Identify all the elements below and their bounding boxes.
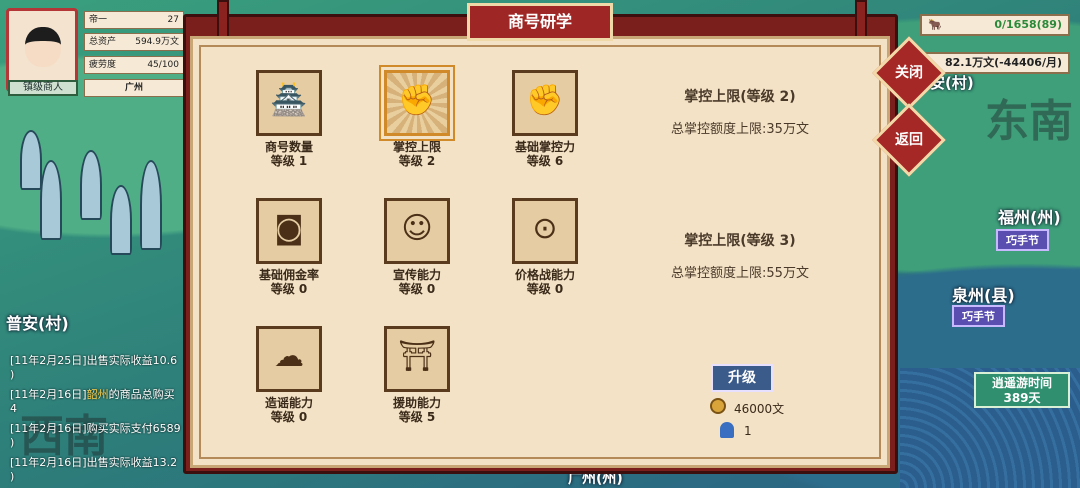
skill-base-control[interactable]: ✊ 基础掌控力 等级 6	[490, 70, 600, 168]
skill-control-limit[interactable]: ✊ 掌控上限 等级 2	[362, 70, 472, 168]
skill-name: 掌控上限	[392, 140, 441, 154]
skill-name: 造谣能力	[264, 396, 313, 410]
skill-price-war[interactable]: ⊙ 价格战能力 等级 0	[490, 198, 600, 296]
back-button[interactable]: 返回	[883, 114, 935, 166]
cart-value: 0/1658(89)	[994, 18, 1062, 31]
skill-level: 等级 2	[398, 154, 436, 168]
log-text: [11年2月16日]	[10, 388, 87, 401]
current-level-title: 掌控上限(等级 2)	[684, 89, 796, 105]
upgrade-cost-money: 46000文	[734, 402, 785, 416]
stat-assets: 总资产 594.9万文	[84, 33, 184, 51]
skill-level: 等级 0	[270, 282, 308, 296]
skill-shop-count[interactable]: 🏯 商号数量 等级 1	[234, 70, 344, 168]
festival-tag[interactable]: 巧手节	[952, 305, 1005, 327]
mountain-icon	[110, 185, 132, 255]
log-line: [11年2月16日]韶州的商品总购买	[10, 386, 175, 402]
fist-icon: ✊	[384, 70, 450, 136]
skill-rumor[interactable]: ☁ 造谣能力 等级 0	[234, 326, 344, 424]
fist-house-icon: ✊	[512, 70, 578, 136]
coin-house-icon: ◙	[256, 198, 322, 264]
avatar-face	[25, 27, 61, 67]
city-fuzhou[interactable]: 福州(州)	[998, 204, 1061, 228]
festival-tag[interactable]: 巧手节	[996, 229, 1049, 251]
coin-icon	[710, 398, 726, 414]
upgrade-button[interactable]: 升级	[711, 364, 773, 392]
travel-time-label: 逍遥游时间	[991, 376, 1052, 390]
mountain-icon	[140, 160, 162, 250]
cart-capacity[interactable]: 🐂 0/1658(89)	[920, 14, 1070, 36]
frame-post	[217, 0, 229, 40]
coins-icon: ⊙	[512, 198, 578, 264]
current-level-desc: 总掌控额度上限:35万文	[671, 122, 809, 137]
next-level-desc: 总掌控额度上限:55万文	[671, 266, 809, 281]
dialog-title: 商号研学	[467, 3, 613, 41]
skill-level: 等级 0	[526, 282, 564, 296]
skill-commission-rate[interactable]: ◙ 基础佣金率 等级 0	[234, 198, 344, 296]
person-icon	[720, 422, 734, 438]
log-line: [11年2月16日]购买实际支付6589	[10, 422, 181, 435]
shouting-person-icon: ☺	[384, 198, 450, 264]
mountain-icon	[20, 130, 42, 190]
region-name-southeast: 东南	[985, 96, 1073, 147]
travel-time-box[interactable]: 逍遥游时间 389天	[974, 372, 1070, 408]
frame-post	[855, 0, 867, 40]
next-level-title: 掌控上限(等级 3)	[684, 233, 796, 249]
player-rank: 镇级商人	[8, 80, 78, 96]
city-quanzhou[interactable]: 泉州(县)	[952, 282, 1015, 306]
log-city-link[interactable]: 韶州	[87, 388, 109, 401]
log-line: 4	[10, 402, 17, 415]
pavilion-icon: ⛩	[384, 326, 450, 392]
skill-level: 等级 0	[398, 282, 436, 296]
stat-label: 总资产	[89, 37, 117, 47]
log-line: [11年2月16日]出售实际收益13.2	[10, 456, 178, 469]
travel-time-value: 389天	[1003, 391, 1041, 405]
stat-value: 27	[167, 15, 179, 25]
skill-level: 等级 6	[526, 154, 564, 168]
skill-name: 基础佣金率	[258, 268, 319, 282]
location-label: 广州	[124, 83, 143, 93]
skill-name: 援助能力	[392, 396, 441, 410]
skill-name: 商号数量	[264, 140, 313, 154]
skill-name: 价格战能力	[514, 268, 575, 282]
log-text: 的商品总购买	[108, 388, 175, 401]
mountain-icon	[80, 150, 102, 220]
close-button[interactable]: 关闭	[883, 47, 935, 99]
current-location[interactable]: 广州	[84, 79, 184, 97]
log-line: )	[10, 368, 15, 381]
cart-icon: 🐂	[928, 18, 942, 31]
log-line: )	[10, 470, 15, 483]
log-line: [11年2月25日]出售实际收益10.6	[10, 354, 178, 367]
skill-level: 等级 0	[270, 410, 308, 424]
upgrade-cost-people: 1	[744, 424, 752, 438]
skill-level: 等级 5	[398, 410, 436, 424]
log-line: )	[10, 436, 15, 449]
stat-value: 45/100	[147, 60, 179, 70]
skill-level: 等级 1	[270, 154, 308, 168]
stat-label: 帝一	[89, 15, 108, 25]
stat-label: 疲劳度	[89, 60, 117, 70]
stat-rank: 帝一 27	[84, 11, 184, 29]
skill-aid[interactable]: ⛩ 援助能力 等级 5	[362, 326, 472, 424]
skill-name: 宣传能力	[392, 268, 441, 282]
stat-fatigue: 疲劳度 45/100	[84, 56, 184, 74]
skill-name: 基础掌控力	[514, 140, 575, 154]
shop-building-icon: 🏯	[256, 70, 322, 136]
mountain-icon	[40, 160, 62, 240]
skill-promotion[interactable]: ☺ 宣传能力 等级 0	[362, 198, 472, 296]
whisper-icon: ☁	[256, 326, 322, 392]
stat-value: 594.9万文	[135, 37, 179, 47]
city-puan[interactable]: 普安(村)	[6, 310, 69, 334]
